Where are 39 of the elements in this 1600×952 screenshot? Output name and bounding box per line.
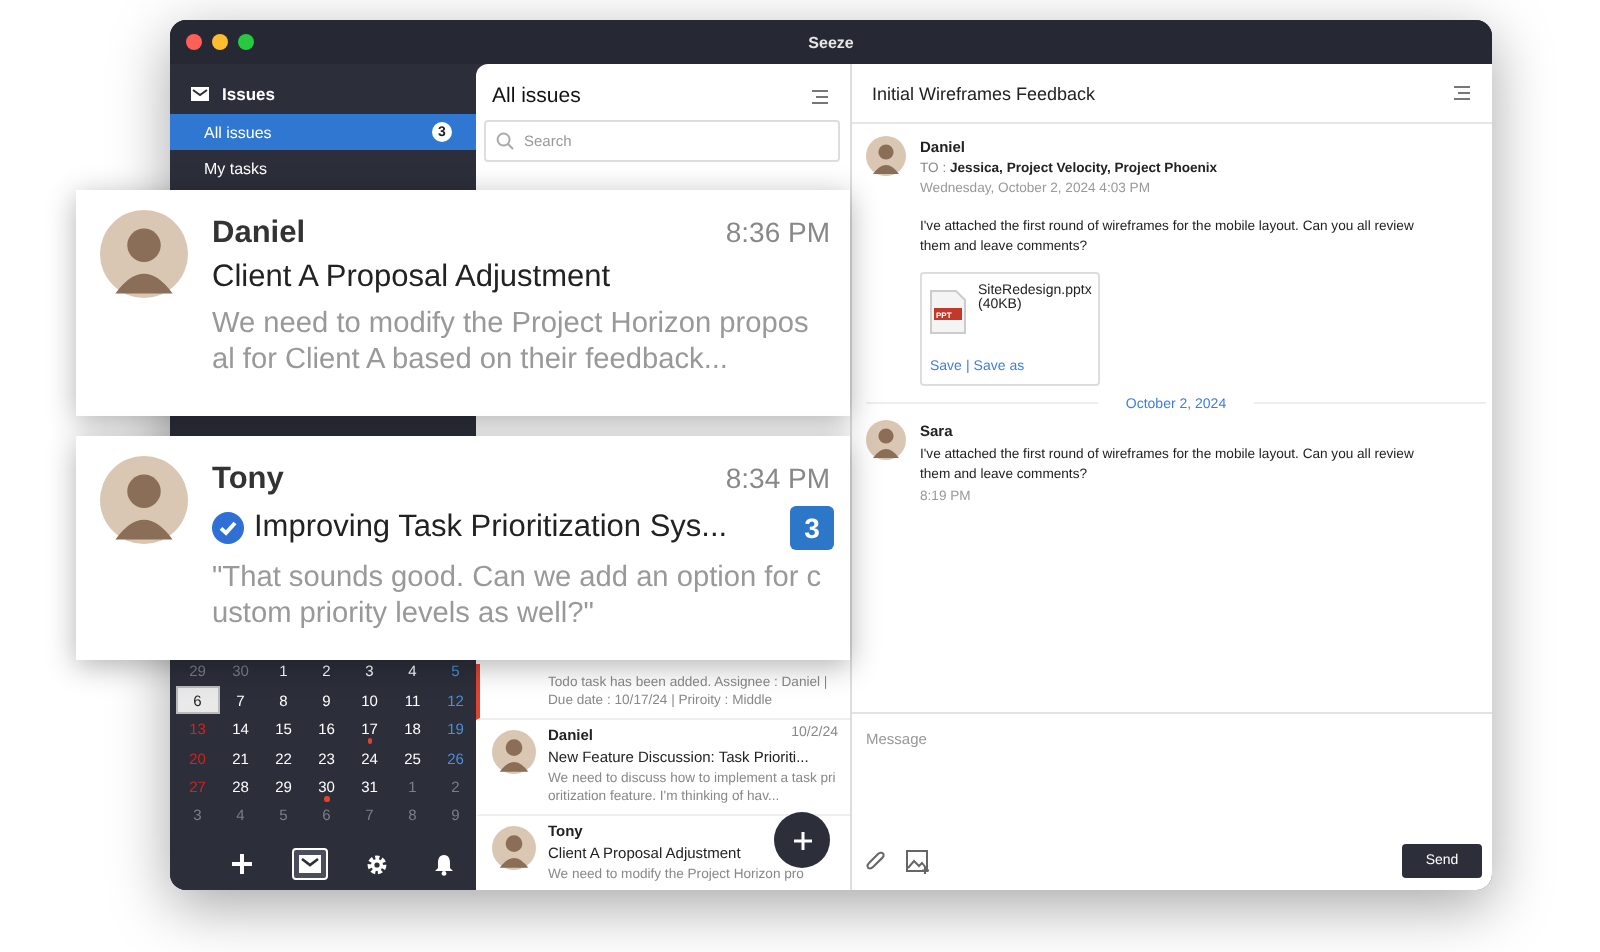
paperclip-icon[interactable] xyxy=(866,849,886,873)
avatar-icon xyxy=(866,136,906,176)
window-title: Seeze xyxy=(806,33,856,51)
sidebar-item[interactable]: My tasks xyxy=(170,150,476,186)
menu-icon[interactable] xyxy=(810,87,830,105)
message-time: 8:36 PM xyxy=(725,216,830,248)
add-button[interactable] xyxy=(774,812,830,868)
issue-subject: Improving Task Prioritization Sys... xyxy=(254,510,730,546)
menu-icon[interactable] xyxy=(1452,84,1472,102)
add-icon xyxy=(232,854,253,874)
search-icon xyxy=(496,132,514,150)
settings-icon xyxy=(366,853,389,875)
add-icon xyxy=(793,831,811,849)
document-icon xyxy=(930,290,966,334)
conversation-title: Initial Wireframes Feedback xyxy=(872,83,1096,103)
maximize-icon[interactable] xyxy=(238,34,254,50)
avatar-icon xyxy=(866,420,906,460)
count-badge: 3 xyxy=(790,506,834,550)
image-icon[interactable] xyxy=(906,849,930,873)
toolbar-button[interactable] xyxy=(291,848,328,880)
bell-icon xyxy=(433,853,454,875)
issue-subject: Client A Proposal Adjustment xyxy=(212,260,613,296)
sender-name: Tony xyxy=(212,462,284,498)
item-label: All issues xyxy=(204,123,272,141)
panel-title: All issues xyxy=(492,84,581,108)
avatar-icon xyxy=(100,210,188,298)
message-time: 8:34 PM xyxy=(725,462,830,494)
issue-preview: "That sounds good. Can we add an option for custom priority levels as well?" xyxy=(212,560,824,632)
avatar-icon xyxy=(100,456,188,544)
close-icon[interactable] xyxy=(186,34,202,50)
mail-icon xyxy=(190,86,210,102)
sender-name: Daniel xyxy=(212,216,306,252)
mail-icon xyxy=(297,854,322,874)
avatar-icon xyxy=(492,730,536,774)
section-title: Issues xyxy=(222,84,275,104)
minimize-icon[interactable] xyxy=(212,34,228,50)
issue-preview: We need to modify the Project Horizon proposal for Client A based on their feedback... xyxy=(212,306,811,378)
item-label: My tasks xyxy=(204,159,268,177)
avatar-icon xyxy=(492,826,536,870)
